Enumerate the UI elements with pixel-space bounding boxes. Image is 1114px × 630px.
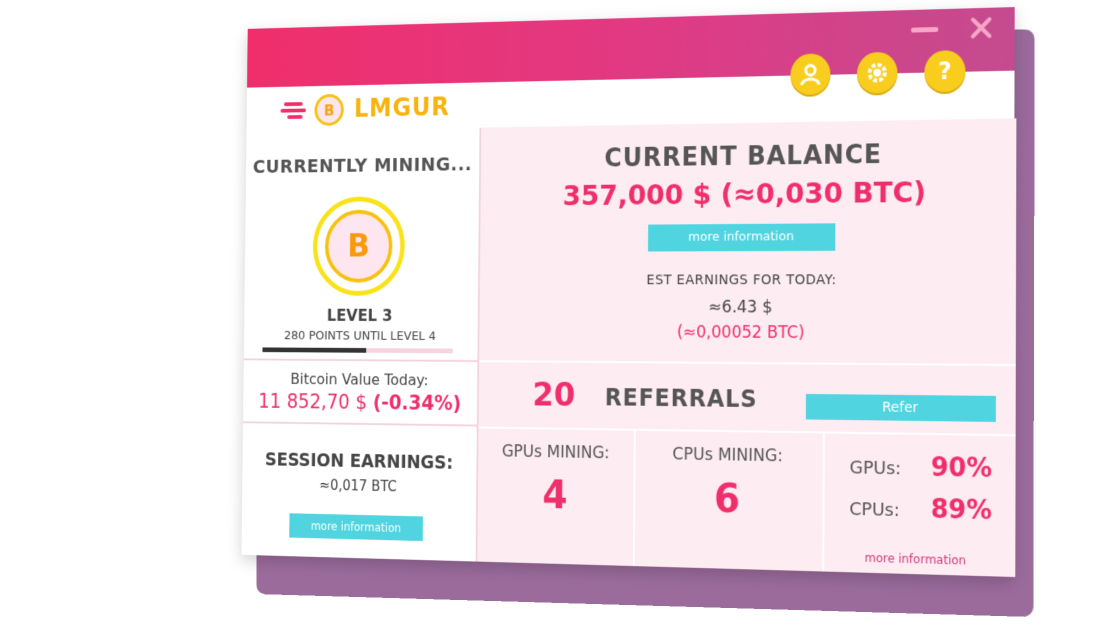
minimize-button[interactable] [909,17,938,39]
left-panel: CURRENTLY MINING... B LEVEL 3 280 POINTS… [241,127,480,562]
gpu-usage: GPUs: 90% [849,453,993,484]
gpu-usage-label: GPUs: [849,457,902,480]
bitcoin-logo-icon: B [314,93,344,126]
cpus-mining-label: CPUs MINING: [672,444,783,467]
gpus-mining-value: 4 [542,473,568,519]
app-name: LMGUR [353,93,450,124]
est-earnings-label: EST EARNINGS FOR TODAY: [646,272,837,289]
cpus-mining-value: 6 [713,476,741,523]
svg-text:?: ? [938,58,952,85]
usage-cell: GPUs: 90% CPUs: 89% more information [822,431,1015,577]
main-content: CURRENTLY MINING... B LEVEL 3 280 POINTS… [241,118,1017,578]
logo-trail-icon [280,96,314,124]
balance-value: 357,000 $ (≈0,030 BTC) [562,175,927,212]
level-points: 280 POINTS UNTIL LEVEL 4 [284,329,436,344]
cpu-usage: CPUs: 89% [849,495,992,526]
mining-stats: GPUs MINING: 4 CPUs MINING: 6 GPUs: 90% … [477,426,1015,577]
session-earnings-value: ≈0,017 BTC [319,476,397,496]
mining-title: CURRENTLY MINING... [252,152,473,178]
bitcoin-change: (-0.34%) [372,391,462,415]
est-earnings-usd: ≈6.43 $ [708,297,773,318]
referrals-count: 20 [532,375,576,415]
balance-title: CURRENT BALANCE [604,140,883,174]
right-panel: CURRENT BALANCE 357,000 $ (≈0,030 BTC) m… [475,118,1017,578]
bitcoin-coin-icon: B [312,196,406,296]
cpu-usage-value: 89% [930,494,992,527]
bitcoin-price: 11 852,70 $ [258,390,368,414]
est-earnings-btc: (≈0,00052 BTC) [676,322,805,343]
balance-more-info-button[interactable]: more information [647,223,836,252]
level-progress-bar [262,347,453,354]
bitcoin-value: Bitcoin Value Today: 11 852,70 $ (-0.34%… [243,358,478,427]
gpus-mining-cell: GPUs MINING: 4 [477,426,636,567]
app-window: B LMGUR ? CURRENTLY MINING... B LEVEL 3 … [241,7,1017,578]
refer-button[interactable]: Refer [805,393,996,422]
level-progress-fill [262,347,367,353]
session-earnings: SESSION EARNINGS: ≈0,017 BTC more inform… [241,427,476,562]
session-more-info-button[interactable]: more information [289,513,423,542]
bitcoin-value-amount: 11 852,70 $ (-0.34%) [243,390,477,415]
gpu-usage-value: 90% [930,452,993,485]
bitcoin-symbol: B [324,209,393,283]
usage-more-info-link[interactable]: more information [865,551,967,568]
level-label: LEVEL 3 [326,306,393,326]
bitcoin-value-label: Bitcoin Value Today: [290,369,429,389]
gear-icon[interactable] [856,51,898,94]
cpu-usage-label: CPUs: [849,499,900,521]
help-icon[interactable]: ? [924,49,966,93]
mining-status: CURRENTLY MINING... B LEVEL 3 280 POINTS… [244,128,480,355]
cpus-mining-cell: CPUs MINING: 6 [632,428,825,572]
logo: B LMGUR [280,89,450,130]
user-icon[interactable] [790,53,831,96]
gpus-mining-label: GPUs MINING: [501,442,610,464]
session-earnings-title: SESSION EARNINGS: [264,449,454,474]
close-button[interactable] [965,16,994,39]
referrals-label: REFERRALS [604,384,758,413]
referrals-row: 20 REFERRALS Refer [478,360,1016,437]
